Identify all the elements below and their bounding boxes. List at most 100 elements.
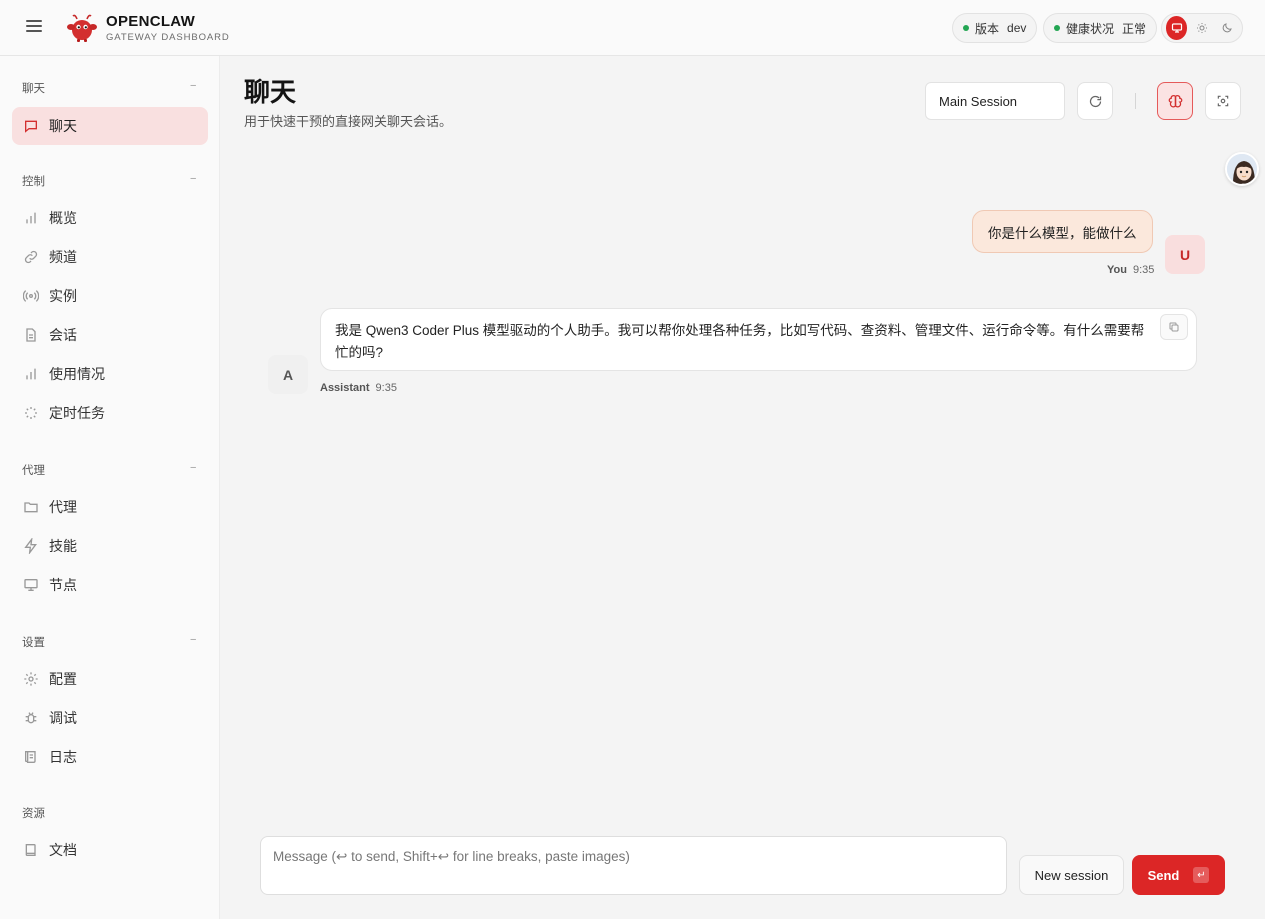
assistant-message-meta: Assistant 9:35 [320, 382, 397, 394]
sidebar-item-instances[interactable]: 实例 [12, 277, 208, 315]
assistant-message-bubble: 我是 Qwen3 Coder Plus 模型驱动的个人助手。我可以帮你处理各种任… [320, 308, 1197, 371]
message-sender: Assistant [320, 382, 370, 394]
file-icon [26, 328, 36, 342]
page-title: 聊天 [244, 77, 297, 107]
sidebar-item-label: 实例 [49, 288, 77, 304]
page-subtitle: 用于快速干预的直接网关聊天会话。 [244, 114, 453, 129]
folder-icon [24, 502, 38, 513]
brand-subtitle: GATEWAY DASHBOARD [106, 32, 230, 43]
scroll-icon [25, 751, 36, 763]
loader-icon [25, 407, 37, 419]
sidebar-item-label: 文档 [49, 842, 77, 858]
assistant-avatar: A [268, 355, 308, 394]
new-session-button[interactable]: New session [1019, 855, 1124, 895]
section-collapse-toggle[interactable]: − [190, 462, 196, 474]
message-sender: You [1107, 264, 1127, 276]
enter-key-icon: ↵ [1193, 867, 1210, 883]
theme-dark-button[interactable] [1217, 16, 1238, 40]
sidebar-item-label: 频道 [49, 249, 77, 265]
send-button[interactable]: Send ↵ [1132, 855, 1225, 895]
sidebar: 聊天 − 聊天 控制 − 概览 频道 实例 会话 使用情况 定时任务 代理 − … [0, 56, 220, 919]
theme-switcher [1161, 13, 1243, 43]
user-message-meta: You 9:35 [1107, 264, 1154, 276]
sidebar-item-label: 聊天 [49, 118, 77, 134]
sidebar-item-chat[interactable]: 聊天 [12, 107, 208, 145]
sidebar-item-channels[interactable]: 频道 [12, 238, 208, 276]
user-message-bubble: 你是什么模型，能做什么 [972, 210, 1153, 253]
focus-mode-button[interactable] [1205, 82, 1241, 120]
health-value: 正常 [1122, 21, 1147, 36]
sidebar-item-label: 使用情况 [49, 366, 105, 382]
sidebar-item-label: 会话 [49, 327, 77, 343]
bar-chart-icon [26, 212, 36, 224]
gear-icon [24, 672, 38, 686]
sidebar-item-label: 日志 [49, 749, 77, 765]
monitor-icon [24, 579, 38, 591]
sidebar-item-label: 代理 [49, 499, 77, 515]
lobster-logo-icon [67, 14, 97, 42]
copy-icon [1169, 322, 1179, 332]
version-badge: 版本 dev [952, 13, 1038, 43]
copy-message-button[interactable] [1160, 314, 1188, 340]
sidebar-item-label: 配置 [49, 671, 77, 687]
sidebar-item-logs[interactable]: 日志 [12, 738, 208, 776]
book-icon [25, 844, 36, 856]
section-collapse-toggle[interactable]: − [190, 634, 196, 646]
message-icon [25, 120, 37, 133]
avatar-icon [1227, 154, 1257, 184]
thinking-toggle-button[interactable] [1157, 82, 1193, 120]
message-time: 9:35 [1132, 264, 1155, 276]
section-title-settings: 设置 [22, 637, 45, 649]
refresh-icon [1089, 95, 1101, 107]
sidebar-item-label: 节点 [49, 577, 77, 593]
bar-chart-icon [26, 368, 36, 380]
status-dot-icon [963, 25, 969, 31]
assistant-avatar-float[interactable] [1225, 152, 1259, 186]
section-title-chat: 聊天 [22, 83, 45, 95]
sidebar-item-sessions[interactable]: 会话 [12, 316, 208, 354]
version-value: dev [1007, 21, 1027, 35]
toolbar-divider [1135, 93, 1136, 109]
health-label: 健康状况 [1066, 21, 1115, 36]
menu-icon[interactable] [26, 18, 50, 38]
sidebar-item-cron[interactable]: 定时任务 [12, 394, 208, 432]
sidebar-item-overview[interactable]: 概览 [12, 199, 208, 237]
status-dot-icon [1054, 25, 1060, 31]
brand-title: OPENCLAW [106, 13, 196, 30]
moon-icon [1222, 23, 1233, 33]
theme-light-button[interactable] [1191, 16, 1212, 40]
monitor-icon [1171, 23, 1182, 33]
sidebar-item-debug[interactable]: 调试 [12, 699, 208, 737]
radio-icon [23, 290, 39, 302]
sidebar-item-agents[interactable]: 代理 [12, 488, 208, 526]
section-collapse-toggle[interactable]: − [190, 80, 196, 92]
sidebar-item-skills[interactable]: 技能 [12, 527, 208, 565]
link-icon [24, 250, 38, 264]
sidebar-item-nodes[interactable]: 节点 [12, 566, 208, 604]
health-badge: 健康状况 正常 [1043, 13, 1158, 43]
section-title-resources: 资源 [22, 808, 45, 820]
sidebar-item-usage[interactable]: 使用情况 [12, 355, 208, 393]
sun-icon [1196, 23, 1207, 33]
section-title-agents: 代理 [22, 465, 45, 477]
version-label: 版本 [975, 21, 1000, 36]
session-select[interactable]: Main Session [925, 82, 1065, 120]
section-collapse-toggle[interactable]: − [190, 173, 196, 185]
brain-icon [1168, 94, 1182, 107]
send-button-label: Send [1147, 867, 1180, 883]
top-header: OPENCLAW GATEWAY DASHBOARD 版本 dev 健康状况 正… [0, 0, 1265, 56]
theme-system-button[interactable] [1166, 16, 1188, 40]
zap-icon [24, 538, 37, 554]
message-time: 9:35 [375, 382, 397, 394]
section-title-control: 控制 [22, 176, 45, 188]
focus-icon [1217, 95, 1229, 107]
refresh-button[interactable] [1077, 82, 1113, 120]
sidebar-item-label: 调试 [49, 710, 77, 726]
sidebar-item-docs[interactable]: 文档 [12, 831, 208, 869]
message-input[interactable] [260, 836, 1007, 895]
bug-icon [25, 712, 37, 724]
sidebar-item-label: 技能 [49, 538, 77, 554]
sidebar-item-label: 概览 [49, 210, 77, 226]
sidebar-item-config[interactable]: 配置 [12, 660, 208, 698]
sidebar-item-label: 定时任务 [49, 405, 105, 421]
